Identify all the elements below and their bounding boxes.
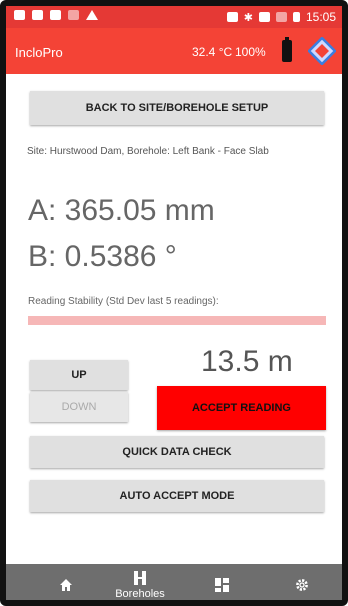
gear-icon	[296, 579, 308, 591]
battery-icon	[282, 37, 292, 62]
accept-reading-button[interactable]: ACCEPT READING	[157, 386, 326, 430]
bottom-navigation: Boreholes	[6, 564, 342, 600]
dashboard-icon	[215, 578, 229, 592]
back-to-setup-button[interactable]: BACK TO SITE/BOREHOLE SETUP	[30, 91, 324, 125]
nav-boreholes-label: Boreholes	[115, 588, 165, 600]
app-logo-icon	[308, 37, 336, 65]
warning-icon	[86, 10, 98, 20]
wifi-icon	[68, 10, 79, 20]
up-button[interactable]: UP	[30, 360, 128, 390]
nav-boreholes[interactable]: Boreholes	[108, 564, 172, 600]
home-icon	[60, 579, 72, 591]
status-bar: ✱ 15:05	[6, 6, 342, 28]
reading-a: A: 365.05 mm	[28, 194, 215, 227]
stability-bar	[28, 316, 326, 325]
stability-label: Reading Stability (Std Dev last 5 readin…	[28, 296, 219, 307]
vibrate-icon	[258, 12, 270, 22]
main-content: BACK TO SITE/BOREHOLE SETUP Site: Hurstw…	[6, 74, 342, 564]
clock: 15:05	[305, 10, 336, 24]
nav-dashboard[interactable]	[210, 564, 234, 600]
message-icon	[32, 10, 43, 20]
reading-b: B: 0.5386 °	[28, 240, 177, 273]
nfc-icon	[226, 12, 238, 22]
app-screen: ✱ 15:05 IncloPro 32.4 °C 100% BACK TO SI…	[0, 0, 348, 606]
app-title: IncloPro	[15, 45, 63, 60]
depth-readout: 13.5 m	[201, 345, 293, 378]
bluetooth-icon: ✱	[243, 11, 253, 24]
down-button[interactable]: DOWN	[30, 392, 128, 422]
notification-icon	[14, 10, 25, 20]
auto-accept-mode-button[interactable]: AUTO ACCEPT MODE	[30, 480, 324, 512]
battery-status-icon	[292, 12, 300, 22]
nav-home[interactable]	[46, 564, 86, 600]
image-icon	[50, 10, 61, 20]
signal-icon	[275, 12, 287, 22]
nav-settings[interactable]	[290, 564, 314, 600]
temperature-readout: 32.4 °C	[192, 45, 233, 59]
app-bar: IncloPro 32.4 °C 100%	[6, 28, 342, 74]
battery-percent: 100%	[235, 45, 266, 59]
quick-data-check-button[interactable]: QUICK DATA CHECK	[30, 436, 324, 468]
borehole-icon	[134, 571, 146, 585]
site-info: Site: Hurstwood Dam, Borehole: Left Bank…	[27, 146, 269, 157]
